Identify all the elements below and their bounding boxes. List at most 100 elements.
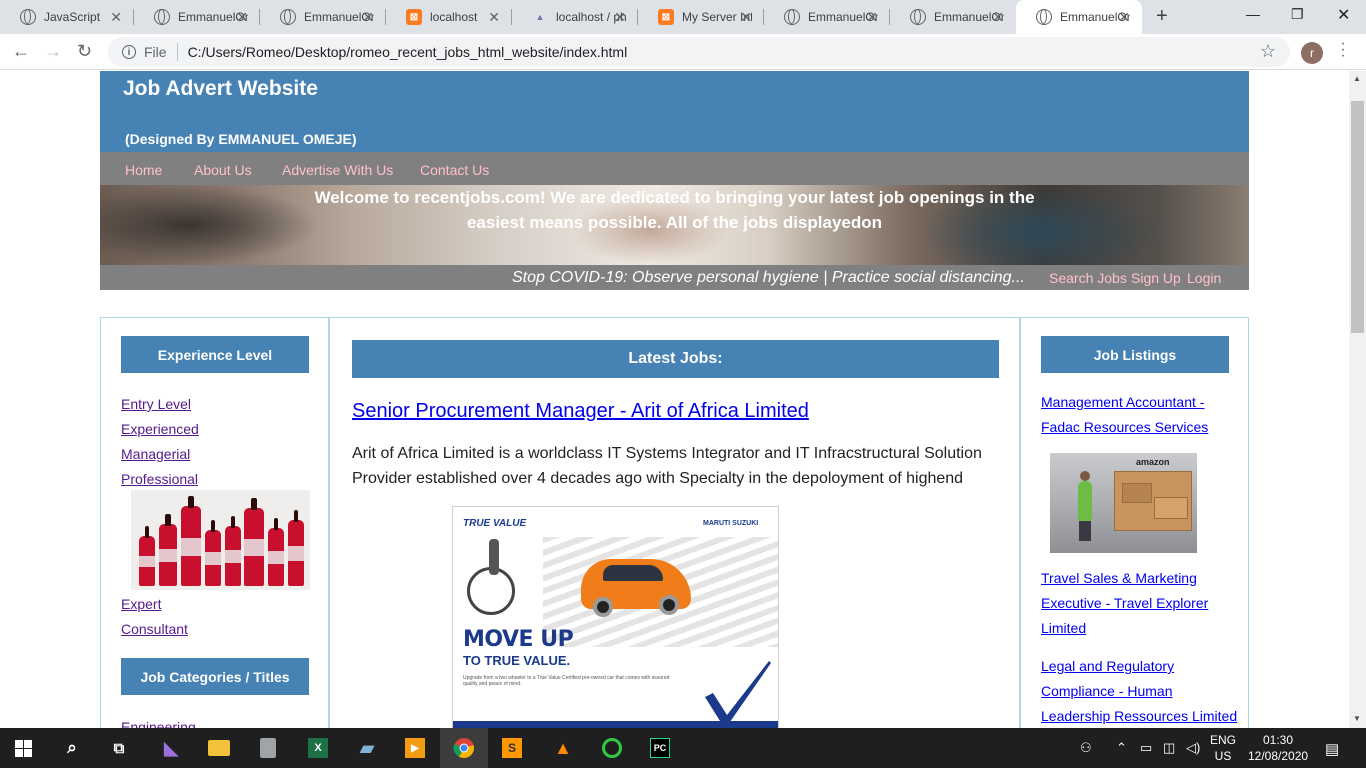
sublime-text-icon[interactable]: S — [500, 736, 524, 760]
browser-tab[interactable]: EmmanuelOmeje ✕ — [134, 0, 260, 34]
login-link[interactable]: Login — [1187, 270, 1221, 286]
calculator-icon[interactable] — [256, 736, 280, 760]
back-arrow-icon[interactable]: ← — [12, 41, 30, 62]
cola-bottles-image — [131, 490, 310, 590]
close-icon[interactable]: ✕ — [740, 9, 752, 26]
latest-jobs-heading: Latest Jobs: — [352, 340, 999, 378]
listing-line[interactable]: Fadac Resources Services — [1041, 419, 1208, 435]
close-icon[interactable]: ✕ — [488, 9, 500, 26]
listing-line[interactable]: Legal and Regulatory — [1041, 658, 1174, 674]
close-icon[interactable]: ✕ — [236, 9, 248, 26]
experience-link[interactable]: Experienced — [121, 421, 199, 437]
file-explorer-icon[interactable] — [207, 736, 231, 760]
bottle-shape — [205, 520, 221, 586]
close-icon[interactable]: ✕ — [362, 9, 374, 26]
language-indicator[interactable]: ENG US — [1208, 732, 1238, 764]
job-listing-link[interactable]: Legal and Regulatory Compliance - Human … — [1041, 654, 1246, 728]
browser-menu-icon[interactable]: · · · — [1340, 36, 1346, 64]
browser-tab[interactable]: EmmanuelOmeje ✕ — [890, 0, 1016, 34]
bookmark-star-icon[interactable]: ☆ — [1260, 41, 1276, 62]
close-icon[interactable]: ✕ — [866, 9, 878, 26]
window-close-icon[interactable]: ✕ — [1337, 5, 1350, 25]
search-jobs-link[interactable]: Search Jobs — [1049, 270, 1127, 286]
refresh-tool-icon[interactable] — [600, 736, 624, 760]
nav-home[interactable]: Home — [125, 162, 162, 178]
experience-link[interactable]: Expert — [121, 596, 161, 612]
experience-link[interactable]: Professional — [121, 471, 198, 487]
notifications-icon[interactable]: ▤ — [1325, 740, 1339, 758]
battery-icon[interactable]: ▭ — [1140, 740, 1152, 756]
browser-tab[interactable]: EmmanuelOmeje ✕ — [260, 0, 386, 34]
restore-icon[interactable]: ❐ — [1291, 6, 1304, 23]
visual-studio-icon[interactable]: ◣ — [159, 736, 183, 760]
browser-tab[interactable]: ⊠ My Server Info ✕ — [638, 0, 764, 34]
url-text[interactable]: C:/Users/Romeo/Desktop/romeo_recent_jobs… — [188, 44, 628, 60]
browser-tab[interactable]: ⊠ localhost ✕ — [386, 0, 512, 34]
page-scrollbar[interactable]: ▲ ▼ — [1349, 71, 1366, 728]
address-bar: ← → ↻ i File C:/Users/Romeo/Desktop/rome… — [0, 34, 1366, 70]
info-icon[interactable]: i — [122, 45, 136, 59]
reload-icon[interactable]: ↻ — [77, 41, 92, 62]
excel-icon[interactable]: X — [306, 736, 330, 760]
ad-body: Upgrade from a two wheeler to a True Val… — [463, 675, 670, 687]
network-icon[interactable]: ◫ — [1163, 740, 1175, 756]
browser-tab-active[interactable]: EmmanuelOmeje ✕ — [1016, 0, 1142, 34]
chevron-up-icon[interactable]: ⌃ — [1116, 740, 1127, 756]
nav-about-us[interactable]: About Us — [194, 162, 252, 178]
media-player-icon[interactable]: ▶ — [403, 736, 427, 760]
forward-arrow-icon[interactable]: → — [44, 41, 62, 62]
sign-up-link[interactable]: Sign Up — [1131, 270, 1181, 286]
bottle-shape — [288, 510, 304, 586]
new-tab-icon[interactable]: + — [1156, 5, 1168, 28]
listing-line[interactable]: Limited — [1041, 620, 1086, 636]
vlc-icon[interactable]: ▲ — [551, 736, 575, 760]
task-view-icon[interactable]: ⧉ — [107, 736, 131, 760]
scroll-down-icon[interactable]: ▼ — [1353, 714, 1361, 723]
browser-tab-strip: JavaScript ✕ EmmanuelOmeje ✕ EmmanuelOme… — [0, 0, 1366, 34]
experience-link[interactable]: Entry Level — [121, 396, 191, 412]
scroll-up-icon[interactable]: ▲ — [1353, 74, 1361, 83]
box-stack — [1122, 483, 1152, 503]
listing-line[interactable]: Travel Sales & Marketing — [1041, 570, 1197, 586]
bottle-shape — [181, 496, 201, 586]
listing-line[interactable]: Executive - Travel Explorer — [1041, 595, 1208, 611]
experience-link[interactable]: Managerial — [121, 446, 190, 462]
nav-contact-us[interactable]: Contact Us — [420, 162, 489, 178]
volume-icon[interactable]: ◁) — [1186, 740, 1200, 756]
globe-icon — [1036, 9, 1052, 25]
windows-start-icon[interactable] — [15, 740, 32, 757]
job-listings-heading: Job Listings — [1041, 336, 1229, 373]
close-icon[interactable]: ✕ — [110, 9, 122, 26]
listing-line[interactable]: Management Accountant - — [1041, 394, 1204, 410]
experience-link[interactable]: Consultant — [121, 621, 188, 637]
close-icon[interactable]: ✕ — [992, 9, 1004, 26]
clock-time: 01:30 — [1262, 733, 1294, 747]
browser-tab[interactable]: ▲ localhost / phpMyAdmin ✕ — [512, 0, 638, 34]
job-title-link[interactable]: Senior Procurement Manager - Arit of Afr… — [352, 400, 809, 423]
ad-subheadline: TO TRUE VALUE. — [463, 653, 571, 668]
browser-tab[interactable]: EmmanuelOmeje ✕ — [764, 0, 890, 34]
notes-app-icon[interactable]: ▰ — [355, 736, 379, 760]
scrollbar-thumb[interactable] — [1351, 101, 1364, 333]
profile-avatar[interactable]: r — [1301, 42, 1323, 64]
close-icon[interactable]: ✕ — [1118, 9, 1130, 26]
pycharm-icon[interactable]: PC — [648, 736, 672, 760]
minimize-icon[interactable]: — — [1246, 6, 1260, 22]
car-advert-image: TRUE VALUE MARUTI SUZUKI MOVE UP TO TRUE… — [452, 506, 779, 728]
bottle-shape — [225, 516, 241, 586]
system-clock[interactable]: 01:30 12/08/2020 — [1248, 732, 1308, 764]
people-icon[interactable]: ⚇ — [1080, 740, 1092, 756]
listing-line[interactable]: Leadership Ressources Limited — [1041, 708, 1237, 724]
url-separator — [176, 43, 178, 61]
search-icon[interactable]: ⌕ — [60, 736, 84, 760]
chrome-icon[interactable] — [452, 736, 476, 760]
job-listing-link[interactable]: Management Accountant - Fadac Resources … — [1041, 390, 1241, 440]
listing-line[interactable]: Compliance - Human — [1041, 683, 1173, 699]
close-icon[interactable]: ✕ — [614, 9, 626, 26]
browser-tab[interactable]: JavaScript ✕ — [0, 0, 134, 34]
category-link[interactable]: Engineering — [121, 719, 196, 728]
url-field[interactable]: i File C:/Users/Romeo/Desktop/romeo_rece… — [108, 37, 1290, 67]
job-listing-link[interactable]: Travel Sales & Marketing Executive - Tra… — [1041, 566, 1241, 641]
experience-heading: Experience Level — [121, 336, 309, 373]
nav-advertise[interactable]: Advertise With Us — [282, 162, 393, 178]
